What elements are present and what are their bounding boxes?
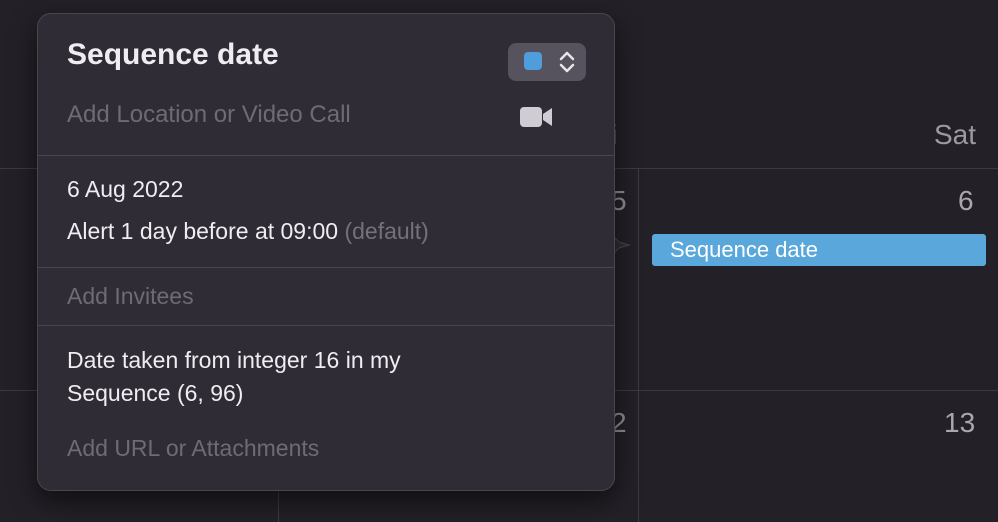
event-alert[interactable]: Alert 1 day before at 09:00 (default) — [67, 218, 429, 245]
alert-default-label: (default) — [344, 218, 429, 244]
day-column-divider — [638, 168, 639, 522]
location-field[interactable]: Add Location or Video Call — [67, 101, 351, 129]
event-date[interactable]: 6 Aug 2022 — [67, 176, 183, 203]
chevron-up-down-icon — [557, 50, 577, 79]
calendar-color-swatch — [524, 52, 542, 70]
event-chip-sequence-date[interactable]: Sequence date — [652, 234, 986, 266]
event-title[interactable]: Sequence date — [67, 38, 279, 72]
invitees-field[interactable]: Add Invitees — [67, 283, 194, 310]
url-attachments-field[interactable]: Add URL or Attachments — [67, 435, 319, 462]
day-number-13[interactable]: 13 — [944, 407, 975, 439]
event-notes[interactable]: Date taken from integer 16 in my Sequenc… — [67, 344, 497, 410]
video-camera-icon[interactable] — [520, 106, 553, 133]
section-divider — [38, 155, 614, 156]
section-divider — [38, 267, 614, 268]
event-popover: Sequence date Add Location or Video Call… — [37, 13, 615, 491]
alert-text: Alert 1 day before at 09:00 — [67, 218, 339, 244]
day-number-6[interactable]: 6 — [958, 185, 974, 217]
calendar-color-picker[interactable] — [508, 43, 586, 81]
day-header-saturday: Sat — [934, 119, 977, 150]
section-divider — [38, 325, 614, 326]
